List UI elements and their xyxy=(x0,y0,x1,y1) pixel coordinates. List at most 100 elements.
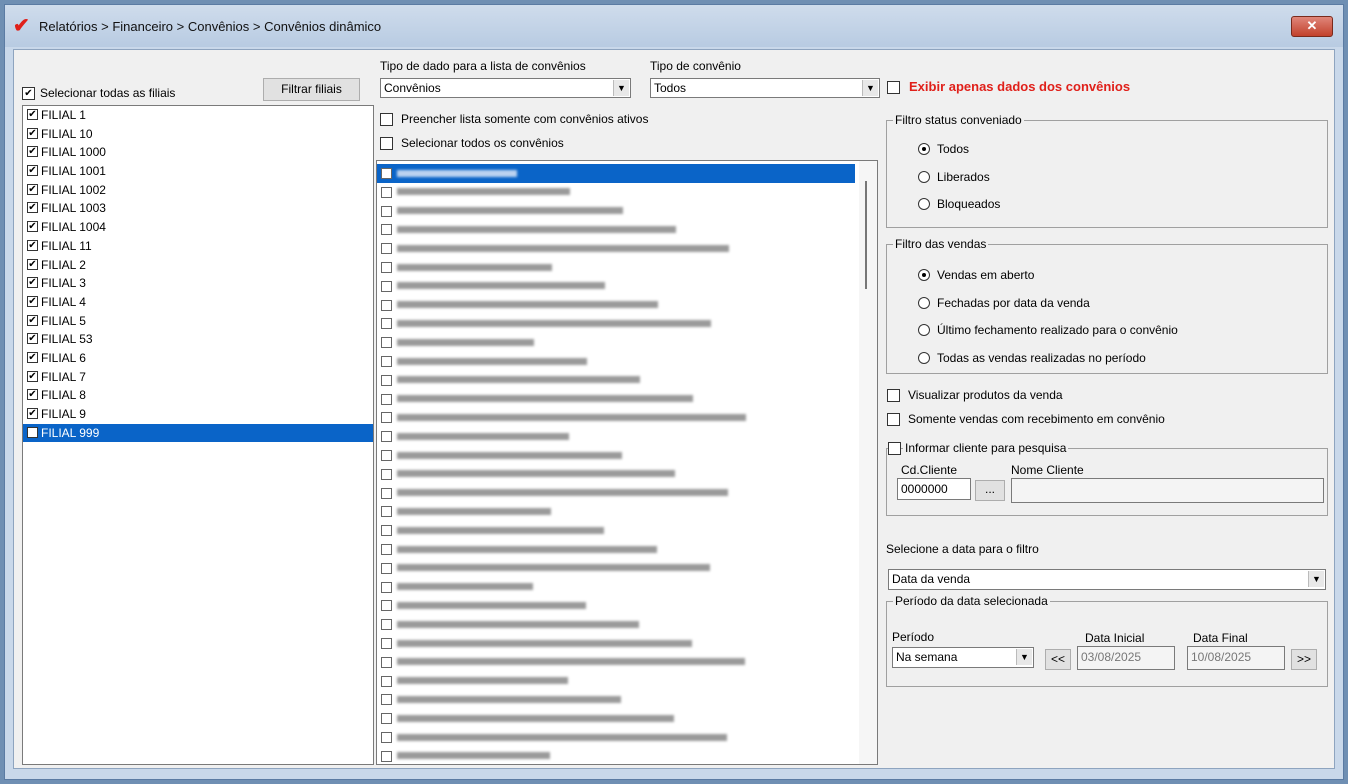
convenio-checkbox[interactable] xyxy=(381,581,392,593)
filial-checkbox[interactable]: ✔ xyxy=(27,370,38,382)
data-filtro-select[interactable]: Data da venda ▼ xyxy=(888,569,1326,590)
convenio-checkbox[interactable] xyxy=(381,619,392,631)
convenio-checkbox[interactable] xyxy=(381,337,392,349)
convenio-checkbox[interactable] xyxy=(381,261,392,273)
convenio-item[interactable] xyxy=(377,333,855,352)
filiais-listbox[interactable]: ✔ FILIAL 1 ✔ FILIAL 10 ✔ FILIAL 1000 ✔ FILIAL 1… xyxy=(22,105,374,765)
filial-checkbox[interactable]: ✔ xyxy=(27,351,38,363)
convenio-checkbox[interactable] xyxy=(381,449,392,461)
informar-cliente-checkbox[interactable] xyxy=(888,442,901,455)
convenio-item[interactable] xyxy=(377,202,855,221)
convenio-item[interactable] xyxy=(377,258,855,277)
convenio-item[interactable] xyxy=(377,465,855,484)
convenio-item[interactable] xyxy=(377,183,855,202)
radio-button[interactable] xyxy=(918,296,930,309)
convenio-checkbox[interactable] xyxy=(381,487,392,499)
filial-item[interactable]: ✔ FILIAL 999 xyxy=(23,423,373,443)
convenio-item[interactable] xyxy=(377,634,855,653)
convenio-checkbox[interactable] xyxy=(381,186,392,198)
convenio-checkbox[interactable] xyxy=(381,318,392,330)
convenio-checkbox[interactable] xyxy=(381,374,392,386)
prev-period-button[interactable]: << xyxy=(1045,649,1071,670)
convenio-checkbox[interactable] xyxy=(381,280,392,292)
filter-filiais-button[interactable]: Filtrar filiais xyxy=(263,78,360,101)
filial-item[interactable]: ✔ FILIAL 1003 xyxy=(23,199,373,218)
radio-button[interactable] xyxy=(918,170,930,183)
filial-checkbox[interactable]: ✔ xyxy=(27,146,38,158)
radio-button[interactable] xyxy=(918,324,930,336)
filial-item[interactable]: ✔ FILIAL 53 xyxy=(23,330,373,349)
convenio-checkbox[interactable] xyxy=(381,637,392,649)
convenio-item[interactable] xyxy=(377,672,855,691)
filial-checkbox[interactable]: ✔ xyxy=(27,333,38,345)
filial-item[interactable]: ✔ FILIAL 9 xyxy=(23,405,373,424)
convenio-item[interactable] xyxy=(377,390,855,409)
convenio-checkbox[interactable] xyxy=(381,713,392,725)
scrollbar-thumb[interactable] xyxy=(865,181,867,289)
tipo-dado-select[interactable]: Convênios ▼ xyxy=(380,78,631,98)
convenio-checkbox[interactable] xyxy=(381,205,392,217)
filial-checkbox[interactable]: ✔ xyxy=(27,221,38,233)
convenio-checkbox[interactable] xyxy=(381,562,392,574)
filial-item[interactable]: ✔ FILIAL 5 xyxy=(23,312,373,331)
convenio-item[interactable] xyxy=(377,371,855,390)
convenio-checkbox[interactable] xyxy=(381,506,392,518)
filial-checkbox[interactable]: ✔ xyxy=(27,109,38,120)
somente-recebimento-checkbox[interactable] xyxy=(887,413,900,426)
convenio-item[interactable] xyxy=(377,484,855,503)
tipo-convenio-select[interactable]: Todos ▼ xyxy=(650,78,880,98)
filial-item[interactable]: ✔ FILIAL 4 xyxy=(23,293,373,312)
lookup-cliente-button[interactable]: ... xyxy=(975,480,1005,501)
convenio-item[interactable] xyxy=(377,427,855,446)
convenio-item[interactable] xyxy=(377,540,855,559)
convenio-checkbox[interactable] xyxy=(381,431,392,443)
convenio-item[interactable] xyxy=(377,559,855,578)
filial-checkbox[interactable]: ✔ xyxy=(27,314,38,326)
convenio-item[interactable] xyxy=(377,690,855,709)
convenio-item[interactable] xyxy=(377,596,855,615)
convenio-checkbox[interactable] xyxy=(381,656,392,668)
convenio-item[interactable] xyxy=(377,314,855,333)
cd-cliente-input[interactable]: 0000000 xyxy=(897,478,971,500)
convenio-item[interactable] xyxy=(377,446,855,465)
filial-item[interactable]: ✔ FILIAL 2 xyxy=(23,256,373,275)
filial-checkbox[interactable]: ✔ xyxy=(27,426,38,438)
radio-button[interactable] xyxy=(918,143,930,155)
filial-item[interactable]: ✔ FILIAL 1002 xyxy=(23,181,373,200)
filial-item[interactable]: ✔ FILIAL 11 xyxy=(23,237,373,256)
convenio-checkbox[interactable] xyxy=(381,393,392,405)
convenio-item[interactable] xyxy=(377,728,855,747)
filial-item[interactable]: ✔ FILIAL 8 xyxy=(23,386,373,405)
data-inicial-input[interactable]: 03/08/2025 xyxy=(1077,646,1175,670)
close-button[interactable]: ✕ xyxy=(1291,16,1333,37)
convenio-checkbox[interactable] xyxy=(381,243,392,255)
convenio-item[interactable] xyxy=(377,296,855,315)
convenio-checkbox[interactable] xyxy=(381,600,392,612)
filial-item[interactable]: ✔ FILIAL 1001 xyxy=(23,162,373,181)
select-all-filiais-checkbox[interactable]: ✔ xyxy=(22,87,35,100)
convenio-item[interactable] xyxy=(377,709,855,728)
convenio-item[interactable] xyxy=(377,521,855,540)
selecionar-todos-convenios-checkbox[interactable] xyxy=(380,137,393,150)
convenio-checkbox[interactable] xyxy=(381,468,392,480)
filial-item[interactable]: ✔ FILIAL 6 xyxy=(23,349,373,368)
filial-item[interactable]: ✔ FILIAL 7 xyxy=(23,368,373,387)
convenio-checkbox[interactable] xyxy=(381,694,392,706)
filial-item[interactable]: ✔ FILIAL 1 xyxy=(23,106,373,125)
filial-item[interactable]: ✔ FILIAL 1000 xyxy=(23,143,373,162)
convenios-listbox[interactable] xyxy=(376,160,878,765)
visualizar-produtos-checkbox[interactable] xyxy=(887,389,900,402)
convenio-checkbox[interactable] xyxy=(381,731,392,743)
convenio-item[interactable] xyxy=(377,408,855,427)
preencher-ativos-checkbox[interactable] xyxy=(380,113,393,126)
convenio-item[interactable] xyxy=(377,747,855,764)
next-period-button[interactable]: >> xyxy=(1291,649,1317,670)
filial-checkbox[interactable]: ✔ xyxy=(27,277,38,289)
radio-button[interactable] xyxy=(918,351,930,364)
convenio-item[interactable] xyxy=(377,578,855,597)
filial-checkbox[interactable]: ✔ xyxy=(27,408,38,419)
convenio-checkbox[interactable] xyxy=(381,543,392,555)
convenio-item[interactable] xyxy=(377,502,855,521)
convenio-item[interactable] xyxy=(377,239,855,258)
data-final-input[interactable]: 10/08/2025 xyxy=(1187,646,1285,670)
